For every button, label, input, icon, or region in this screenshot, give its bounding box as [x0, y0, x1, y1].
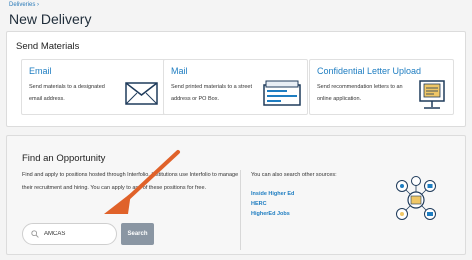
source-link-herc[interactable]: HERC — [251, 201, 267, 207]
envelope-icon — [125, 82, 158, 105]
mail-package-icon — [263, 80, 301, 106]
page-title: New Delivery — [9, 11, 92, 27]
option-email[interactable]: Email Send materials to a designated ema… — [21, 59, 166, 115]
option-email-description: Send materials to a designated email add… — [29, 84, 105, 102]
option-mail-description: Send printed materials to a street addre… — [171, 84, 253, 102]
divider — [240, 170, 241, 250]
option-email-title[interactable]: Email — [29, 66, 52, 76]
send-materials-heading: Send Materials — [16, 41, 80, 52]
option-confidential-letter-description: Send recommendation letters to an online… — [317, 84, 403, 102]
search-input[interactable] — [44, 231, 114, 237]
find-opportunity-description: Find and apply to positions hosted throu… — [22, 172, 239, 191]
find-opportunity-card: Find an Opportunity Find and apply to po… — [6, 135, 466, 255]
search-input-wrapper[interactable] — [22, 223, 117, 245]
option-mail-title[interactable]: Mail — [171, 66, 188, 76]
also-search-text: You can also search other sources: — [251, 172, 337, 178]
breadcrumb[interactable]: Deliveries › — [9, 2, 39, 8]
find-opportunity-heading: Find an Opportunity — [22, 153, 106, 164]
source-link-inside-higher-ed[interactable]: Inside Higher Ed — [251, 191, 294, 197]
send-materials-card: Send Materials Email Send materials to a… — [6, 31, 466, 127]
network-illustration — [396, 176, 436, 220]
option-mail[interactable]: Mail Send printed materials to a street … — [163, 59, 308, 115]
search-icon — [31, 230, 39, 238]
monitor-upload-icon — [419, 80, 445, 109]
search-button[interactable]: Search — [121, 223, 154, 245]
option-confidential-letter[interactable]: Confidential Letter Upload Send recommen… — [309, 59, 454, 115]
option-confidential-letter-title[interactable]: Confidential Letter Upload — [317, 66, 421, 76]
source-link-higheredjobs[interactable]: HigherEd Jobs — [251, 211, 290, 217]
